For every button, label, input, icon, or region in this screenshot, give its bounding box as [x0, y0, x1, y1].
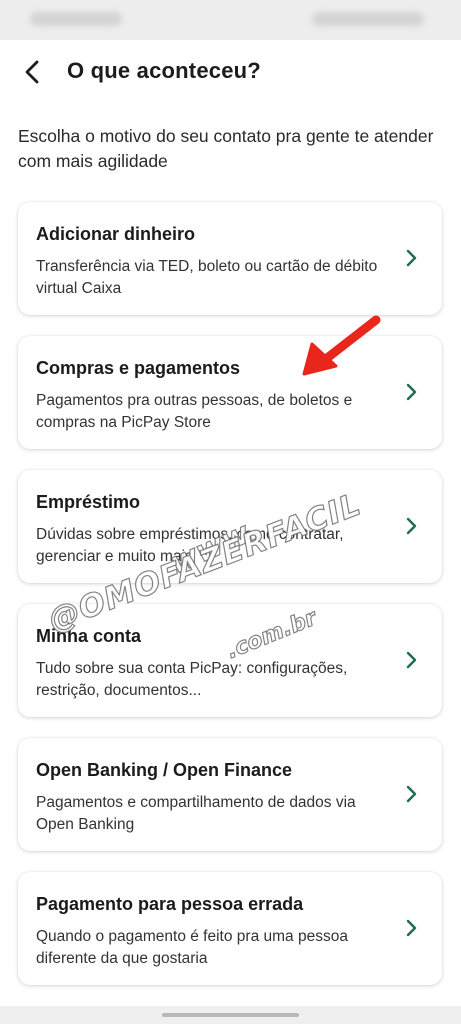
option-title: Compras e pagamentos: [36, 358, 241, 378]
status-bar: [0, 0, 461, 40]
option-title: Empréstimo: [36, 492, 141, 512]
chevron-right-icon: [406, 919, 417, 937]
red-arrow-annotation: [302, 315, 381, 376]
option-card-emprestimo[interactable]: Empréstimo Dúvidas sobre empréstimos, co…: [18, 470, 442, 583]
chevron-right-icon: [406, 785, 417, 803]
page-title: O que aconteceu?: [67, 58, 261, 83]
option-card-minha-conta[interactable]: Minha conta Tudo sobre sua conta PicPay:…: [18, 604, 442, 717]
chevron-right-icon: [406, 249, 417, 267]
navigation-bar: [0, 1006, 461, 1024]
option-title: Adicionar dinheiro: [36, 224, 196, 244]
option-description: Pagamentos pra outras pessoas, de boleto…: [36, 392, 353, 431]
intro-text: Escolha o motivo do seu contato pra gent…: [18, 126, 434, 171]
option-description: Tudo sobre sua conta PicPay: configuraçõ…: [36, 660, 348, 699]
option-title: Pagamento para pessoa errada: [36, 894, 304, 914]
option-title: Open Banking / Open Finance: [36, 760, 293, 780]
chevron-right-icon: [406, 383, 417, 401]
option-card-open-banking[interactable]: Open Banking / Open Finance Pagamentos e…: [18, 738, 442, 851]
option-description: Dúvidas sobre empréstimos, como contrata…: [36, 526, 344, 565]
chevron-right-icon: [406, 651, 417, 669]
header: O que aconteceu?: [0, 40, 461, 104]
option-card-adicionar-dinheiro[interactable]: Adicionar dinheiro Transferência via TED…: [18, 202, 442, 315]
chevron-left-icon: [25, 60, 39, 84]
option-description: Pagamentos e compartilhamento de dados v…: [36, 794, 356, 833]
option-description: Quando o pagamento é feito pra uma pesso…: [36, 928, 348, 967]
home-indicator[interactable]: [162, 1013, 299, 1017]
option-description: Transferência via TED, boleto ou cartão …: [36, 258, 378, 297]
chevron-right-icon: [406, 517, 417, 535]
back-button[interactable]: [14, 54, 50, 90]
option-title: Minha conta: [36, 626, 142, 646]
option-card-pagamento-pessoa-errada[interactable]: Pagamento para pessoa errada Quando o pa…: [18, 872, 442, 985]
